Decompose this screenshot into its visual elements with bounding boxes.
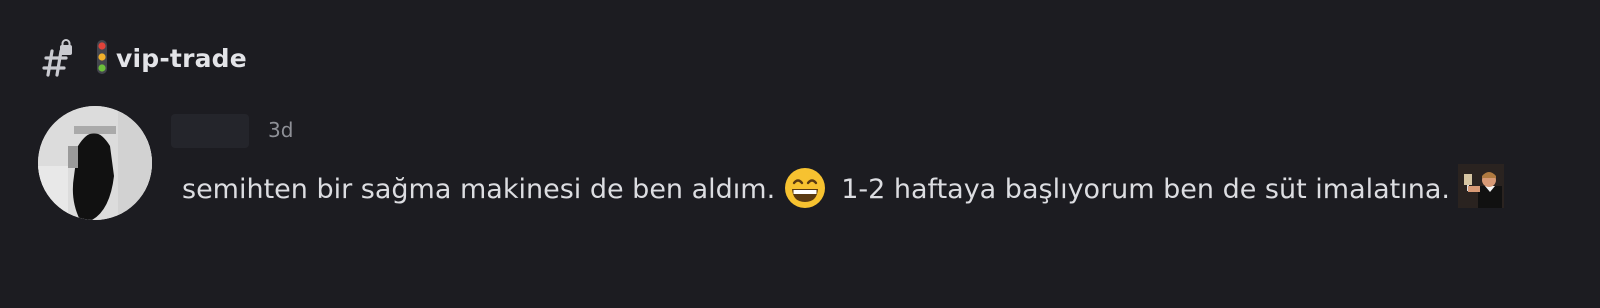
grinning-face-icon — [783, 166, 827, 210]
message-text-part1: semihten bir sağma makinesi de ben aldım… — [182, 174, 776, 205]
channel-header[interactable]: vip-trade — [40, 36, 247, 80]
traffic-light-icon — [96, 40, 108, 76]
message-content: semihten bir sağma makinesi de ben aldım… — [182, 164, 1572, 212]
timestamp[interactable]: 3d — [268, 118, 293, 142]
channel-name: vip-trade — [116, 43, 247, 73]
message-text-part2: 1-2 haftaya başlıyorum ben de süt imalat… — [841, 174, 1451, 205]
locked-hash-icon — [40, 39, 74, 77]
toast-gif-icon — [1458, 164, 1505, 208]
message: 3d semihten bir sağma makinesi de ben al… — [38, 106, 1578, 286]
username[interactable] — [171, 114, 249, 148]
avatar[interactable] — [38, 106, 152, 220]
